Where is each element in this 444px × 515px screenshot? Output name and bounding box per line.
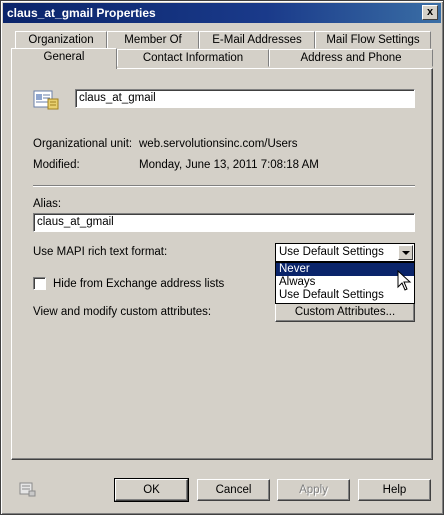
- mapi-dropdown-list: Never Always Use Default Settings: [275, 262, 415, 304]
- ok-button[interactable]: OK: [114, 478, 189, 502]
- mouse-pointer-icon: [397, 270, 412, 291]
- help-button[interactable]: Help: [358, 479, 431, 501]
- close-button[interactable]: x: [422, 5, 438, 20]
- hide-from-address-lists-checkbox[interactable]: [33, 277, 46, 290]
- tab-mail-flow-settings[interactable]: Mail Flow Settings: [315, 31, 431, 49]
- object-properties-icon: [19, 482, 36, 497]
- window-title: claus_at_gmail Properties: [7, 6, 156, 20]
- tab-email-addresses[interactable]: E-Mail Addresses: [199, 31, 315, 49]
- cancel-button[interactable]: Cancel: [197, 479, 270, 501]
- dropdown-option-default[interactable]: Use Default Settings: [276, 289, 414, 302]
- tab-address-and-phone[interactable]: Address and Phone: [269, 49, 433, 67]
- properties-dialog: claus_at_gmail Properties x Organization…: [0, 0, 444, 515]
- contact-card-icon: [33, 90, 59, 110]
- org-unit-label: Organizational unit:: [33, 138, 133, 150]
- tab-member-of[interactable]: Member Of: [107, 31, 199, 49]
- separator: [33, 185, 415, 187]
- org-unit-value: web.servolutionsinc.com/Users: [139, 138, 298, 150]
- modified-value: Monday, June 13, 2011 7:08:18 AM: [139, 159, 319, 171]
- modified-label: Modified:: [33, 159, 80, 171]
- alias-label: Alias:: [33, 198, 62, 210]
- title-bar[interactable]: claus_at_gmail Properties x: [3, 3, 441, 23]
- tab-contact-information[interactable]: Contact Information: [117, 49, 269, 67]
- mapi-format-select[interactable]: Use Default Settings: [275, 243, 415, 262]
- alias-field[interactable]: claus_at_gmail: [33, 213, 415, 232]
- tab-organization[interactable]: Organization: [15, 31, 107, 49]
- dropdown-option-always[interactable]: Always: [276, 276, 414, 289]
- custom-attributes-button[interactable]: Custom Attributes...: [275, 303, 415, 322]
- dropdown-option-never[interactable]: Never: [276, 263, 414, 276]
- apply-button[interactable]: Apply: [277, 479, 350, 501]
- tab-general[interactable]: General: [11, 48, 117, 69]
- chevron-down-icon[interactable]: [398, 245, 413, 260]
- mapi-selected-value: Use Default Settings: [279, 246, 384, 258]
- custom-attributes-label: View and modify custom attributes:: [33, 306, 212, 318]
- hide-from-address-lists-label[interactable]: Hide from Exchange address lists: [53, 278, 224, 290]
- display-name-field[interactable]: claus_at_gmail: [75, 89, 415, 108]
- mapi-label: Use MAPI rich text format:: [33, 246, 168, 258]
